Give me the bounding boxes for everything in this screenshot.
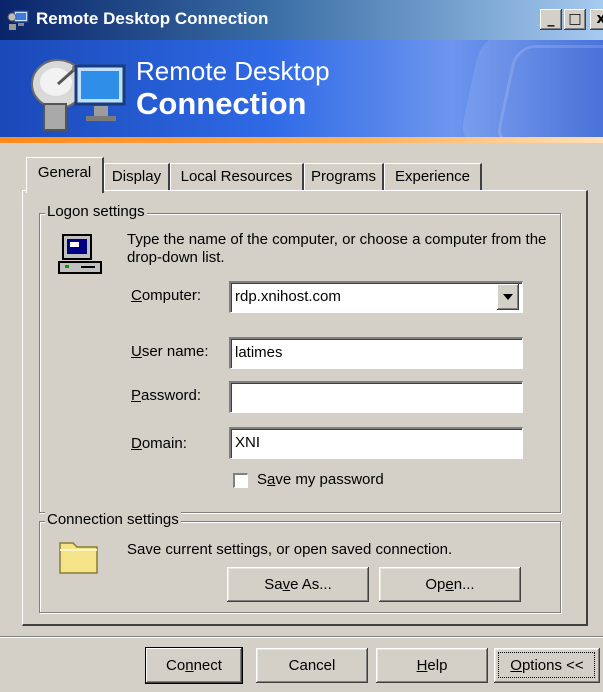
banner-title-line2: Connection <box>136 86 307 121</box>
banner: Remote Desktop Connection <box>0 40 603 140</box>
logon-instruction: Type the name of the computer, or choose… <box>127 231 547 266</box>
general-tab-panel: Logon settings Type the name of the comp… <box>22 190 588 626</box>
computer-label-key: C <box>131 287 142 304</box>
computer-icon <box>58 234 102 274</box>
computer-label: Computer: <box>131 287 201 304</box>
connection-description: Save current settings, or open saved con… <box>127 541 453 558</box>
connect-pre: Co <box>166 657 186 674</box>
remote-desktop-logo-icon <box>31 59 126 131</box>
connect-button[interactable]: Connect <box>146 648 242 683</box>
open-button[interactable]: Open... <box>379 567 521 602</box>
username-label-key: U <box>131 343 142 360</box>
domain-input[interactable]: XNI <box>229 427 523 459</box>
save-as-key: v <box>282 576 291 593</box>
tab-local-resources[interactable]: Local Resources <box>170 163 304 191</box>
save-password-checkbox[interactable] <box>233 473 248 488</box>
help-button[interactable]: Help <box>376 648 488 683</box>
close-button[interactable]: x <box>590 9 603 30</box>
tab-general[interactable]: General <box>26 157 104 193</box>
username-input[interactable]: latimes <box>229 337 523 369</box>
window-title: Remote Desktop Connection <box>36 9 269 28</box>
save-password-label[interactable]: Save my password <box>257 471 384 488</box>
logon-settings-legend: Logon settings <box>45 203 147 220</box>
computer-combobox[interactable]: rdp.xnihost.com <box>229 281 523 313</box>
cancel-button[interactable]: Cancel <box>256 648 368 683</box>
open-pre: Op <box>425 576 446 593</box>
domain-label: Domain: <box>131 435 187 452</box>
username-label: User name: <box>131 343 209 360</box>
open-key: e <box>445 576 454 593</box>
computer-dropdown-button[interactable] <box>497 284 519 310</box>
remote-desktop-icon <box>7 10 29 30</box>
password-label: Password: <box>131 387 201 404</box>
password-label-key: P <box>131 387 142 404</box>
footer-separator <box>0 636 603 638</box>
help-post: elp <box>427 657 448 674</box>
help-key: H <box>416 657 428 674</box>
folder-icon <box>59 542 98 574</box>
domain-label-text: omain: <box>141 435 187 452</box>
accent-bar <box>0 137 603 143</box>
tab-experience[interactable]: Experience <box>384 163 482 191</box>
title-bar[interactable]: Remote Desktop Connection _ □ x <box>0 0 603 40</box>
computer-label-text: omputer: <box>141 287 202 304</box>
tab-display[interactable]: Display <box>104 163 170 191</box>
connection-settings-legend: Connection settings <box>45 511 181 528</box>
password-input[interactable] <box>229 381 523 413</box>
connect-key: n <box>185 657 194 674</box>
save-as-button[interactable]: Save As... <box>227 567 369 602</box>
maximize-button[interactable]: □ <box>564 9 586 30</box>
connect-post: nect <box>193 657 222 674</box>
rdc-window: Remote Desktop Connection _ □ x Remote D… <box>0 0 603 692</box>
open-post: n... <box>453 576 475 593</box>
domain-label-key: D <box>131 435 142 452</box>
save-password-label-pre: S <box>257 471 268 488</box>
banner-title-line1: Remote Desktop <box>136 56 330 86</box>
tab-programs[interactable]: Programs <box>304 163 384 191</box>
save-password-label-post: ve my password <box>275 471 384 488</box>
password-label-text: assword: <box>141 387 202 404</box>
save-as-post: e As... <box>290 576 332 593</box>
minimize-button[interactable]: _ <box>540 9 562 30</box>
username-label-text: ser name: <box>141 343 209 360</box>
options-button[interactable]: Options << <box>494 648 600 683</box>
options-focus-ring <box>498 652 595 678</box>
save-as-pre: Sa <box>264 576 283 593</box>
